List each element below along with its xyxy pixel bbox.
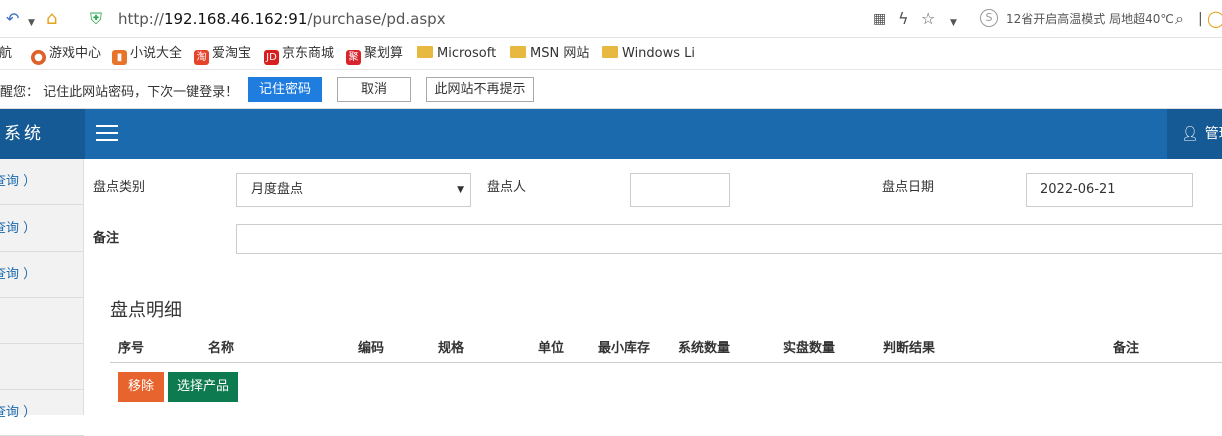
bookmark-label: Windows Li <box>622 46 696 61</box>
back-dropdown-icon[interactable]: ▼ <box>28 13 35 33</box>
bookmark-taobao[interactable]: 淘爱淘宝 <box>194 45 252 65</box>
user-menu[interactable]: 👤︎ 管理 <box>1167 109 1222 159</box>
qr-code-icon[interactable]: ▦ <box>873 9 886 29</box>
bookmark-games[interactable]: ● 游戏中心 <box>31 45 102 65</box>
sidebar-item-query-3[interactable]: 查询 ） <box>0 252 84 298</box>
home-icon[interactable]: ⌂ <box>46 9 57 29</box>
bookmark-msn[interactable]: MSN 网站 <box>510 45 589 63</box>
inventory-date-label: 盘点日期 <box>882 180 935 195</box>
jd-icon: JD <box>264 50 279 65</box>
cancel-password-button[interactable]: 取消 <box>337 77 411 102</box>
bookmark-label: 游戏中心 <box>49 46 102 61</box>
bookmark-label: 聚划算 <box>364 46 404 61</box>
sidebar-item-query-2[interactable]: 查询 ） <box>0 206 84 252</box>
bookmark-label: MSN 网站 <box>530 46 590 61</box>
column-header-actual-qty: 实盘数量 <box>783 341 836 356</box>
bookmark-label: 爱淘宝 <box>212 46 252 61</box>
folder-icon <box>510 46 526 58</box>
back-icon[interactable]: ↶ <box>6 9 19 29</box>
column-header-note: 备注 <box>1113 341 1140 356</box>
bookmark-label: 京东商城 <box>282 46 335 61</box>
star-dropdown-icon[interactable]: ▼ <box>950 13 957 33</box>
news-ticker[interactable]: 12省开启高温模式 局地超40℃ <box>1006 10 1174 27</box>
ext-icon[interactable]: ◯ <box>1207 9 1222 29</box>
address-bar-row: ↶ ▼ ⌂ ⛨ http://192.168.46.162:91/purchas… <box>0 0 1222 38</box>
inventory-date-input[interactable]: 2022-06-21 <box>1026 173 1193 207</box>
user-name: 管理 <box>1204 126 1222 142</box>
search-icon[interactable]: ⌕ <box>1175 9 1184 29</box>
column-header-name: 名称 <box>208 341 235 356</box>
column-header-min-stock: 最小库存 <box>598 341 651 356</box>
app-header: 助系统 👤︎ 管理 <box>0 109 1222 159</box>
folder-icon <box>417 46 433 58</box>
hamburger-menu-icon[interactable] <box>96 125 118 143</box>
novel-icon: ▮ <box>112 50 127 65</box>
table-header-divider <box>110 362 1222 363</box>
game-icon: ● <box>31 50 46 65</box>
inventory-type-select[interactable]: 月度盘点 ▼ <box>236 173 471 207</box>
bookmark-jd[interactable]: JD 京东商城 <box>264 45 335 65</box>
secure-shield-icon: ⛨ <box>90 9 103 28</box>
star-icon[interactable]: ☆ <box>921 9 935 29</box>
detail-section-title: 盘点明细 <box>110 300 182 321</box>
select-product-button[interactable]: 选择产品 <box>168 372 238 402</box>
bookmark-label: 导航 <box>0 46 13 61</box>
never-remind-button[interactable]: 此网站不再提示 <box>426 77 534 102</box>
news-logo-icon: S <box>980 9 998 27</box>
bookmark-juhuasuan[interactable]: 聚聚划算 <box>346 45 404 65</box>
dropdown-caret-icon: ▼ <box>457 185 464 195</box>
main-content: 盘点类别 月度盘点 ▼ 盘点人 盘点日期 2022-06-21 备注 盘点明细 … <box>85 159 1222 415</box>
column-header-system-qty: 系统数量 <box>678 341 731 356</box>
lightning-icon[interactable]: ϟ <box>898 9 909 29</box>
column-header-result: 判断结果 <box>883 341 936 356</box>
note-input[interactable] <box>236 224 1222 254</box>
inventory-type-value: 月度盘点 <box>251 182 304 197</box>
password-prompt-message: 提醒您： 记住此网站密码，下次一键登录！ <box>0 85 239 100</box>
remove-button[interactable]: 移除 <box>118 372 164 402</box>
bookmarks-bar: 导航 ●游戏中心 ▮小说大全 淘爱淘宝 JD京东商城 聚聚划算 Microsof… <box>0 38 1222 70</box>
sidebar-item-query-6[interactable]: 查询 ） <box>0 390 84 436</box>
sidebar-item-4[interactable] <box>0 298 84 344</box>
sidebar-item-query-1[interactable]: 查询 ） <box>0 159 84 205</box>
user-icon: 👤︎ <box>1181 126 1199 142</box>
counter-person-label: 盘点人 <box>487 180 527 195</box>
counter-person-input[interactable] <box>630 173 730 207</box>
address-separator: | <box>1198 11 1203 27</box>
bookmark-nav[interactable]: 导航 <box>0 45 12 63</box>
bookmark-novels[interactable]: ▮ 小说大全 <box>112 45 183 65</box>
bookmark-label: Microsoft <box>437 46 497 61</box>
bookmark-windows-live[interactable]: Windows Li <box>602 45 695 63</box>
sidebar: 查询 ） 查询 ） 查询 ） 查询 ） <box>0 159 84 436</box>
column-header-unit: 单位 <box>538 341 565 356</box>
password-prompt-bar: 提醒您： 记住此网站密码，下次一键登录！ 记住密码 取消 此网站不再提示 <box>0 70 1222 109</box>
column-header-code: 编码 <box>358 341 385 356</box>
note-label: 备注 <box>93 231 120 246</box>
inventory-type-label: 盘点类别 <box>93 180 146 195</box>
url-text[interactable]: http://192.168.46.162:91/purchase/pd.asp… <box>118 9 446 29</box>
juhuasuan-icon: 聚 <box>346 50 361 65</box>
app-brand: 助系统 <box>0 109 85 159</box>
remember-password-button[interactable]: 记住密码 <box>248 77 322 102</box>
column-header-spec: 规格 <box>438 341 465 356</box>
taobao-icon: 淘 <box>194 50 209 65</box>
folder-icon <box>602 46 618 58</box>
column-header-index: 序号 <box>118 341 145 356</box>
bookmark-label: 小说大全 <box>130 46 183 61</box>
sidebar-item-5[interactable] <box>0 344 84 390</box>
bookmark-microsoft[interactable]: Microsoft <box>417 45 496 63</box>
